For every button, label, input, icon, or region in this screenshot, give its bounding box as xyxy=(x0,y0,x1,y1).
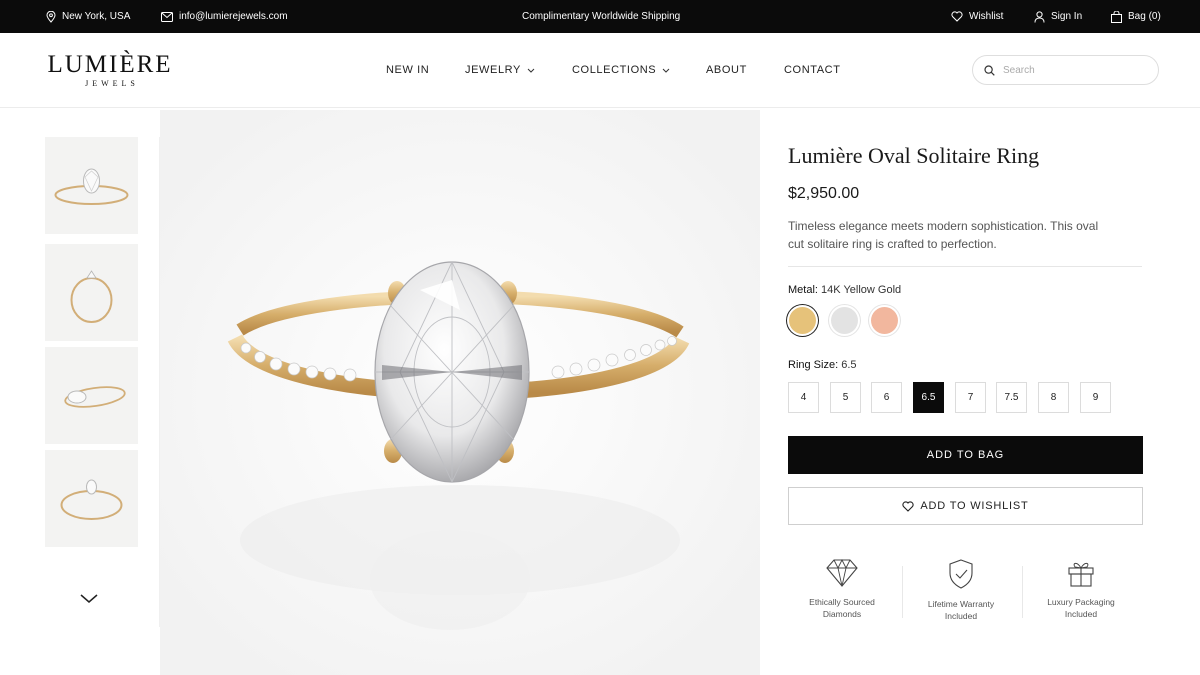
metal-option-label: Metal: 14K Yellow Gold xyxy=(788,284,901,296)
feature-text: Luxury Packaging Included xyxy=(1047,597,1115,619)
nav-collections-label: COLLECTIONS xyxy=(572,64,657,76)
metal-value: 14K Yellow Gold xyxy=(821,284,902,296)
ring-thumbnail-image xyxy=(70,270,113,323)
nav-contact-label: CONTACT xyxy=(784,64,841,76)
shopping-bag-icon xyxy=(1111,10,1122,23)
add-to-wishlist-button[interactable]: ADD TO WISHLIST xyxy=(788,487,1143,525)
logo[interactable]: LUMIÈRE JEWELS xyxy=(45,51,175,88)
location-info: New York, USA xyxy=(46,0,130,33)
size-option[interactable]: 5 xyxy=(830,382,861,413)
heart-icon xyxy=(951,11,963,22)
nav-new-in[interactable]: NEW IN xyxy=(386,33,429,107)
metal-label: Metal: xyxy=(788,284,818,296)
wishlist-link[interactable]: Wishlist xyxy=(951,0,1003,33)
location-pin-icon xyxy=(46,10,56,23)
chevron-down-icon xyxy=(662,68,670,73)
promo-banner: Complimentary Worldwide Shipping xyxy=(522,0,680,33)
search-input[interactable] xyxy=(1003,64,1143,76)
chevron-down-icon xyxy=(527,68,535,73)
logo-subtitle: JEWELS xyxy=(85,79,139,88)
email-link[interactable]: info@lumierejewels.com xyxy=(161,0,288,33)
size-value: 6.5 xyxy=(841,359,857,371)
feature-luxury-packaging: Luxury Packaging Included xyxy=(1021,558,1141,620)
feature-ethically-sourced: Ethically Sourced Diamonds xyxy=(782,558,902,620)
product-price: $2,950.00 xyxy=(788,185,860,202)
nav-contact[interactable]: CONTACT xyxy=(784,33,841,107)
shield-check-icon xyxy=(949,559,973,589)
nav-about-label: ABOUT xyxy=(706,64,747,76)
thumbnail-side-view[interactable] xyxy=(45,244,138,341)
thumbnail-angle-view[interactable] xyxy=(45,347,138,444)
heart-icon xyxy=(902,500,914,512)
size-option[interactable]: 7 xyxy=(955,382,986,413)
main-product-image xyxy=(160,110,760,675)
logo-wordmark: LUMIÈRE xyxy=(47,51,173,78)
sign-in-link[interactable]: Sign In xyxy=(1034,0,1082,33)
sign-in-label[interactable]: Sign In xyxy=(1051,11,1082,22)
add-to-bag-label: ADD TO BAG xyxy=(926,449,1005,461)
size-option[interactable]: 4 xyxy=(788,382,819,413)
section-divider xyxy=(788,266,1142,267)
metal-swatch-white-gold[interactable] xyxy=(831,307,858,334)
size-option-selected[interactable]: 6.5 xyxy=(913,382,944,413)
nav-about[interactable]: ABOUT xyxy=(706,33,747,107)
search-box[interactable] xyxy=(972,55,1159,85)
email-text[interactable]: info@lumierejewels.com xyxy=(179,11,288,22)
bag-label[interactable]: Bag (0) xyxy=(1128,11,1161,22)
nav-collections[interactable]: COLLECTIONS xyxy=(572,33,670,107)
ring-thumbnail-image xyxy=(54,168,129,205)
main-header: LUMIÈRE JEWELS NEW IN JEWELRY COLLECTION… xyxy=(0,33,1200,108)
diamond-icon xyxy=(826,558,858,587)
metal-swatch-rose-gold[interactable] xyxy=(871,307,898,334)
search-icon xyxy=(984,64,995,76)
feature-text: Lifetime Warranty Included xyxy=(927,599,995,621)
promo-text: Complimentary Worldwide Shipping xyxy=(522,11,681,22)
size-option[interactable]: 8 xyxy=(1038,382,1069,413)
metal-swatch-yellow-gold[interactable] xyxy=(789,307,816,334)
ring-thumbnail-image xyxy=(64,386,126,408)
user-icon xyxy=(1034,10,1045,23)
size-option[interactable]: 9 xyxy=(1080,382,1111,413)
product-description: Timeless elegance meets modern sophistic… xyxy=(788,219,1099,251)
chevron-down-icon xyxy=(80,594,98,603)
thumbnail-front-view[interactable] xyxy=(45,137,138,234)
add-to-wishlist-label: ADD TO WISHLIST xyxy=(920,500,1029,512)
feature-text: Ethically Sourced Diamonds xyxy=(809,597,875,619)
thumbnails-scroll-down[interactable] xyxy=(78,590,100,608)
size-option[interactable]: 6 xyxy=(871,382,902,413)
nav-new-in-label: NEW IN xyxy=(386,64,430,76)
ring-main-image xyxy=(160,110,760,675)
feature-lifetime-warranty: Lifetime Warranty Included xyxy=(901,558,1021,622)
size-option-label: Ring Size: 6.5 xyxy=(788,359,857,371)
gift-icon xyxy=(1068,562,1094,587)
ring-thumbnail-image xyxy=(60,479,123,520)
top-bar: New York, USA info@lumierejewels.com Com… xyxy=(0,0,1200,33)
size-option[interactable]: 7.5 xyxy=(996,382,1027,413)
bag-link[interactable]: Bag (0) xyxy=(1111,0,1161,33)
nav-jewelry[interactable]: JEWELRY xyxy=(465,33,535,107)
thumbnail-profile-view[interactable] xyxy=(45,450,138,547)
product-title: Lumière Oval Solitaire Ring xyxy=(788,143,1040,168)
size-label: Ring Size: xyxy=(788,359,839,371)
location-text: New York, USA xyxy=(62,11,131,22)
nav-jewelry-label: JEWELRY xyxy=(465,64,521,76)
mail-icon xyxy=(161,11,173,22)
add-to-bag-button[interactable]: ADD TO BAG xyxy=(788,436,1143,474)
wishlist-label[interactable]: Wishlist xyxy=(969,11,1003,22)
